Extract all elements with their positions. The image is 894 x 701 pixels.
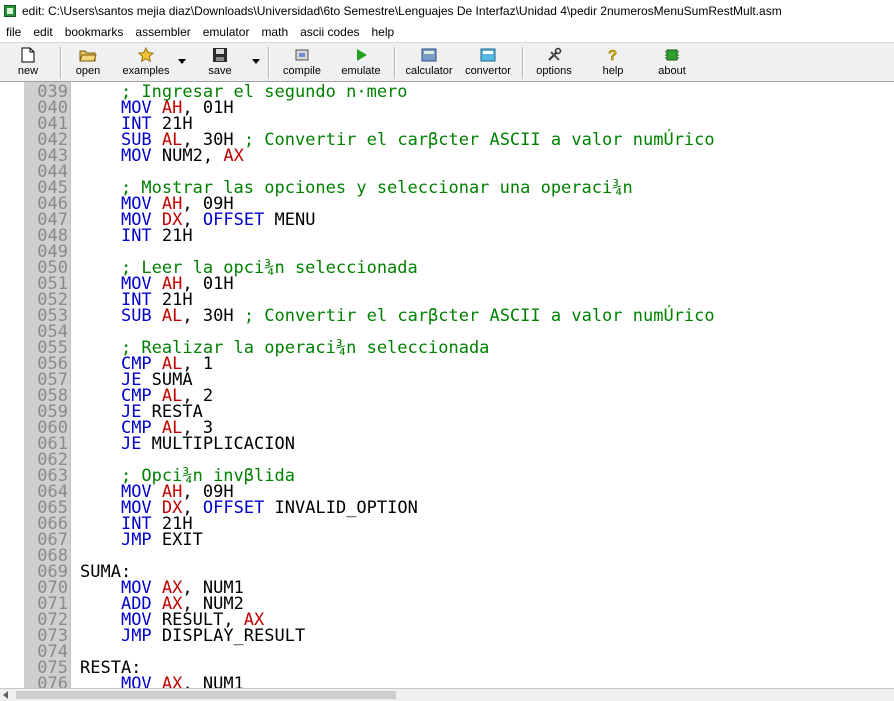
toolbar-separator <box>268 47 270 79</box>
new-label: new <box>17 65 39 77</box>
about-button[interactable]: about <box>652 45 692 81</box>
examples-dropdown-icon[interactable] <box>178 59 186 64</box>
scroll-left-arrow-icon[interactable] <box>3 691 8 699</box>
menu-bar: file edit bookmarks assembler emulator m… <box>0 22 894 42</box>
code-keyword: MOV <box>120 146 152 166</box>
calculator-label: calculator <box>405 65 453 77</box>
tools-icon <box>545 47 563 63</box>
emulate-button[interactable]: emulate <box>336 45 386 81</box>
code-text: MULTIPLICACION <box>141 434 295 454</box>
code-register: AX <box>223 146 244 166</box>
code-line[interactable]: JMP DISPLAY_RESULT <box>80 626 306 646</box>
new-button[interactable]: new <box>10 45 46 81</box>
svg-text:?: ? <box>608 47 617 63</box>
code-keyword: INT <box>120 226 152 246</box>
toolbar: new open examples save compile emulate c… <box>0 42 894 82</box>
code-keyword: MOV <box>120 674 152 689</box>
open-folder-icon <box>79 47 97 63</box>
code-keyword: OFFSET <box>202 498 265 518</box>
code-line[interactable]: MOV AX, NUM1 <box>80 674 244 689</box>
menu-bookmarks[interactable]: bookmarks <box>59 22 130 42</box>
menu-emulator[interactable]: emulator <box>197 22 256 42</box>
options-label: options <box>536 65 572 77</box>
code-keyword: OFFSET <box>202 210 265 230</box>
code-text: , NUM1 <box>182 674 244 689</box>
star-icon <box>137 47 155 63</box>
code-comment: ; Convertir el carβcter ASCII a valor nu… <box>243 306 715 326</box>
horizontal-scrollbar[interactable] <box>0 688 894 701</box>
compile-button[interactable]: compile <box>278 45 326 81</box>
menu-file[interactable]: file <box>0 22 27 42</box>
window-title: edit: C:\Users\santos mejia diaz\Downloa… <box>22 4 782 18</box>
code-text: EXIT <box>151 530 203 550</box>
code-keyword: SUB <box>120 306 152 326</box>
code-register: AX <box>161 674 183 689</box>
code-line[interactable]: JMP EXIT <box>80 530 203 550</box>
convertor-button[interactable]: convertor <box>460 45 516 81</box>
help-label: help <box>602 65 624 77</box>
convertor-icon <box>479 47 497 63</box>
toolbar-separator <box>394 47 396 79</box>
title-bar: edit: C:\Users\santos mejia diaz\Downloa… <box>0 0 894 22</box>
menu-ascii-codes[interactable]: ascii codes <box>294 22 365 42</box>
about-chip-icon <box>663 47 681 63</box>
examples-label: examples <box>122 65 170 77</box>
calculator-button[interactable]: calculator <box>400 45 458 81</box>
code-line[interactable]: INT 21H <box>80 226 193 246</box>
compile-label: compile <box>283 65 321 77</box>
about-label: about <box>658 65 686 77</box>
toolbar-separator <box>60 47 62 79</box>
convertor-label: convertor <box>465 65 511 77</box>
code-text: MENU <box>264 210 316 230</box>
emulate-label: emulate <box>341 65 381 77</box>
code-text: DISPLAY_RESULT <box>151 626 306 646</box>
code-comment: ; Convertir el carβcter ASCII a valor nu… <box>243 130 715 150</box>
editor-left-margin <box>0 82 24 688</box>
code-keyword: JMP <box>120 626 152 646</box>
scrollbar-thumb[interactable] <box>16 691 396 699</box>
save-button[interactable]: save <box>200 45 240 81</box>
menu-assembler[interactable]: assembler <box>129 22 196 42</box>
code-text: NUM2, <box>151 146 224 166</box>
menu-edit[interactable]: edit <box>27 22 58 42</box>
code-editor[interactable]: 039 ; Ingresar el segundo n·mero 040 MOV … <box>0 82 894 688</box>
save-label: save <box>208 65 232 77</box>
new-file-icon <box>19 47 37 63</box>
menu-math[interactable]: math <box>255 22 294 42</box>
code-keyword: JMP <box>120 530 152 550</box>
code-line[interactable]: JE MULTIPLICACION <box>80 434 295 454</box>
toolbar-separator <box>522 47 524 79</box>
code-text: , 30H <box>182 306 244 326</box>
open-button[interactable]: open <box>68 45 108 81</box>
emulate-play-icon <box>352 47 370 63</box>
calculator-icon <box>420 47 438 63</box>
save-dropdown-icon[interactable] <box>252 59 260 64</box>
line-number: 076 <box>37 674 68 689</box>
menu-help[interactable]: help <box>366 22 401 42</box>
open-label: open <box>75 65 101 77</box>
help-button[interactable]: ? help <box>594 45 632 81</box>
code-line[interactable]: MOV NUM2, AX <box>80 146 244 166</box>
code-line[interactable]: SUB AL, 30H ; Convertir el carβcter ASCI… <box>80 306 715 326</box>
code-keyword: JE <box>120 434 142 454</box>
help-question-icon: ? <box>604 47 622 63</box>
app-icon <box>4 5 16 17</box>
code-text: INVALID_OPTION <box>264 498 418 518</box>
code-text: 21H <box>151 226 193 246</box>
compile-icon <box>293 47 311 63</box>
save-disk-icon <box>211 47 229 63</box>
code-register: AL <box>161 306 183 326</box>
options-button[interactable]: options <box>530 45 578 81</box>
examples-button[interactable]: examples <box>116 45 176 81</box>
